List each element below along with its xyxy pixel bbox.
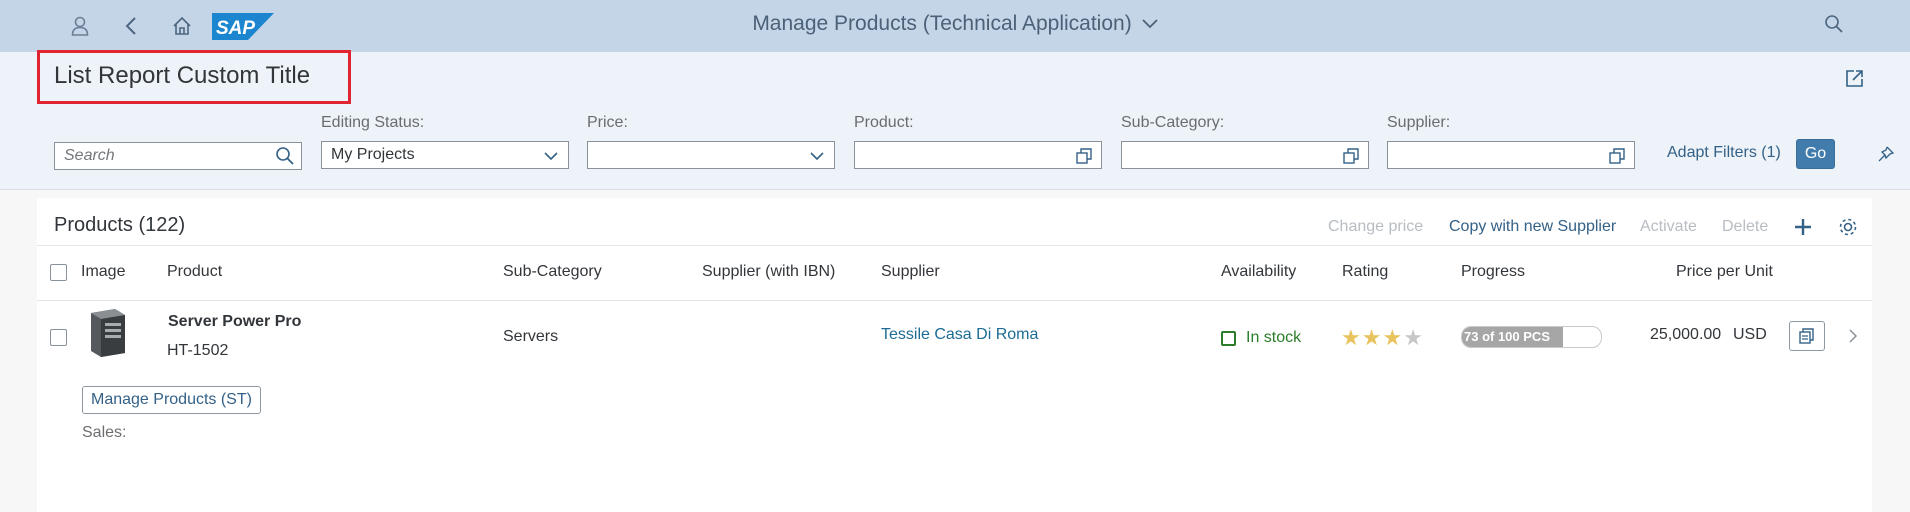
copy-with-new-supplier-button[interactable]: Copy with new Supplier — [1449, 218, 1616, 236]
product-id: HT-1502 — [167, 342, 229, 359]
delete-button[interactable]: Delete — [1722, 218, 1768, 236]
adapt-filters-button[interactable]: Adapt Filters (1) — [1667, 144, 1781, 162]
filter-value: My Projects — [331, 146, 415, 163]
value-help-icon[interactable] — [1075, 147, 1093, 165]
shell-bar: SAP Manage Products (Technical Applicati… — [0, 0, 1910, 52]
activate-button[interactable]: Activate — [1640, 218, 1697, 236]
star-icon: ★ — [1403, 325, 1423, 350]
filter-supplier: Supplier: — [1387, 114, 1635, 169]
rating-indicator[interactable]: ★ ★ ★ ★ — [1341, 325, 1423, 351]
search-icon[interactable] — [275, 146, 295, 166]
table-title: Products (122) — [54, 214, 186, 236]
availability-icon — [1221, 331, 1236, 346]
filter-label: Product: — [854, 114, 914, 131]
column-header[interactable]: Supplier (with IBN) — [702, 263, 835, 281]
progress-text: 73 of 100 PCS — [1464, 329, 1550, 344]
star-icon: ★ — [1382, 325, 1403, 350]
column-header[interactable]: Product — [167, 263, 222, 281]
value-help-icon[interactable] — [1342, 147, 1360, 165]
app-title: Manage Products (Technical Application) — [752, 12, 1132, 35]
availability-status: In stock — [1246, 329, 1302, 346]
search-icon[interactable] — [1824, 14, 1848, 38]
filter-label: Supplier: — [1387, 114, 1451, 131]
copy-icon — [1799, 328, 1814, 344]
column-header[interactable]: Sub-Category — [503, 263, 602, 281]
column-header[interactable]: Supplier — [881, 263, 940, 281]
filter-product: Product: — [854, 114, 1102, 169]
row-checkbox[interactable] — [50, 329, 67, 346]
search-input[interactable] — [55, 143, 265, 169]
product-image — [83, 307, 130, 357]
filter-label: Editing Status: — [321, 114, 425, 131]
table-header-row — [37, 245, 1872, 301]
value-help-icon[interactable] — [1608, 147, 1626, 165]
add-icon[interactable] — [1792, 216, 1816, 240]
column-header[interactable]: Availability — [1221, 263, 1296, 281]
change-price-button[interactable]: Change price — [1328, 218, 1423, 236]
chevron-down-icon[interactable] — [808, 147, 826, 165]
filter-label: Sub-Category: — [1121, 114, 1225, 131]
sub-category-input[interactable] — [1121, 141, 1369, 169]
manage-products-button[interactable]: Manage Products (ST) — [82, 386, 261, 414]
editing-status-select[interactable]: My Projects — [321, 141, 569, 169]
filter-sub-category: Sub-Category: — [1121, 114, 1369, 169]
chevron-down-icon — [1142, 19, 1158, 29]
select-all-checkbox[interactable] — [50, 264, 67, 281]
filter-price: Price: — [587, 114, 835, 169]
search-field[interactable] — [54, 142, 302, 170]
copy-button[interactable] — [1789, 321, 1825, 351]
filter-editing-status: Editing Status: My Projects — [321, 114, 569, 169]
chevron-right-icon[interactable] — [1846, 328, 1860, 344]
page-title: List Report Custom Title — [54, 62, 311, 89]
supplier-input[interactable] — [1387, 141, 1635, 169]
product-input[interactable] — [854, 141, 1102, 169]
filter-label: Price: — [587, 114, 628, 131]
column-header[interactable]: Rating — [1342, 263, 1388, 281]
gear-icon[interactable] — [1837, 216, 1861, 240]
chevron-down-icon[interactable] — [542, 147, 560, 165]
star-icon: ★ — [1341, 325, 1361, 350]
star-icon: ★ — [1361, 325, 1382, 350]
go-button[interactable]: Go — [1796, 139, 1835, 169]
price-value: 25,000.00 — [1650, 326, 1722, 343]
pin-icon[interactable] — [1878, 146, 1896, 164]
price-select[interactable] — [587, 141, 835, 169]
column-header[interactable]: Progress — [1461, 263, 1525, 281]
product-name: Server Power Pro — [168, 313, 302, 330]
sub-category: Servers — [503, 328, 559, 345]
column-header[interactable]: Price per Unit — [1676, 263, 1773, 281]
app-title-menu[interactable]: Manage Products (Technical Application) — [0, 12, 1910, 36]
column-header[interactable]: Image — [81, 263, 125, 281]
sales-label: Sales: — [82, 424, 127, 441]
share-icon[interactable] — [1845, 68, 1867, 90]
progress-indicator: 73 of 100 PCS — [1461, 326, 1602, 348]
supplier-link[interactable]: Tessile Casa Di Roma — [881, 326, 1038, 344]
price-currency: USD — [1733, 326, 1767, 343]
